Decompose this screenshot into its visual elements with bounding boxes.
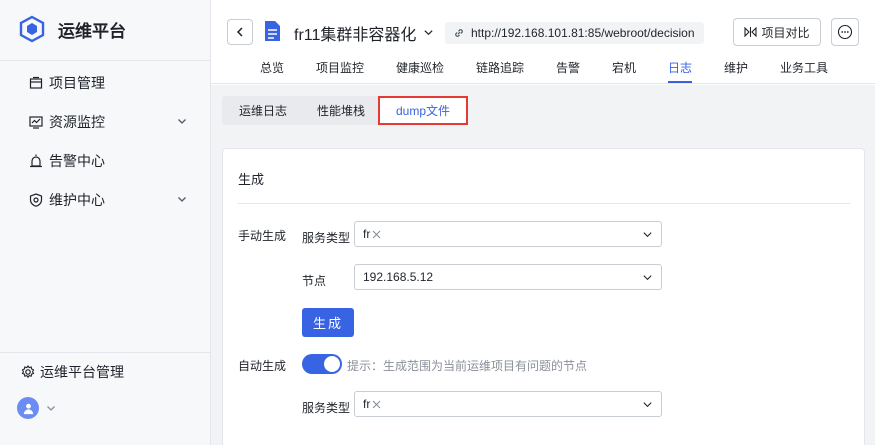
toggle-knob [324, 356, 340, 372]
chevron-down-icon [178, 119, 186, 124]
project-icon [29, 76, 43, 90]
service-type-select[interactable]: fr [354, 221, 662, 247]
project-url-text: http://192.168.101.81:85/webroot/decisio… [471, 26, 695, 40]
project-url[interactable]: http://192.168.101.81:85/webroot/decisio… [445, 22, 704, 44]
user-menu[interactable] [17, 397, 57, 419]
gear-icon [21, 365, 35, 379]
chevron-down-icon [643, 232, 652, 238]
more-dots-icon [837, 24, 853, 40]
sidebar-item-alarm[interactable]: 告警中心 [0, 146, 210, 176]
sidebar-item-maintenance[interactable]: 维护中心 [0, 185, 210, 215]
alarm-icon [29, 154, 43, 168]
chevron-down-icon [47, 406, 55, 411]
sidebar-divider [0, 60, 210, 61]
platform-settings-link[interactable]: 运维平台管理 [21, 362, 124, 382]
service-tag: fr [363, 227, 381, 241]
tab-maintenance[interactable]: 维护 [724, 59, 748, 76]
node-value: 192.168.5.12 [363, 270, 434, 284]
subtab-ops-log[interactable]: 运维日志 [222, 96, 304, 125]
active-tab-indicator [668, 81, 692, 83]
brand-name: 运维平台 [58, 21, 126, 41]
auto-service-tag: fr [363, 397, 381, 411]
header: fr11集群非容器化 http://192.168.101.81:85/webr… [211, 0, 875, 84]
card-title: 生成 [238, 172, 265, 187]
compare-icon [744, 27, 758, 37]
maintenance-icon [29, 193, 43, 207]
sidebar: 运维平台 项目管理 资源监控 告警中心 维护中心 运维平台管理 [0, 0, 211, 445]
chevron-down-icon [178, 197, 186, 202]
close-icon[interactable] [372, 400, 381, 409]
subtab-dump-file[interactable]: dump文件 [378, 96, 468, 125]
tab-log[interactable]: 日志 [668, 59, 692, 76]
brand[interactable]: 运维平台 [18, 14, 126, 44]
more-button[interactable] [831, 18, 859, 46]
sidebar-item-monitor[interactable]: 资源监控 [0, 107, 210, 137]
header-tabs: 总览 项目监控 健康巡检 链路追踪 告警 宕机 日志 维护 业务工具 [211, 56, 875, 84]
project-compare-button[interactable]: 项目对比 [733, 18, 821, 46]
auto-generate-label: 自动生成 [238, 359, 287, 373]
project-compare-label: 项目对比 [761, 25, 810, 40]
back-button[interactable] [227, 19, 253, 45]
auto-service-type-select[interactable]: fr [354, 391, 662, 417]
close-icon[interactable] [372, 230, 381, 239]
platform-settings-label: 运维平台管理 [40, 364, 124, 380]
sidebar-divider [0, 352, 210, 353]
tab-project-monitor[interactable]: 项目监控 [316, 59, 364, 76]
sub-tabs: 运维日志 性能堆栈 dump文件 [222, 96, 468, 125]
tab-trace[interactable]: 链路追踪 [476, 59, 524, 76]
main-content: 运维日志 性能堆栈 dump文件 生成 手动生成 服务类型 fr 节点 192.… [211, 85, 875, 445]
cube-logo-icon [19, 15, 45, 43]
chevron-down-icon [643, 402, 652, 408]
sidebar-item-label: 资源监控 [49, 114, 105, 130]
service-tag-label: fr [363, 227, 371, 241]
sidebar-item-project[interactable]: 项目管理 [0, 68, 210, 98]
tab-health-check[interactable]: 健康巡检 [396, 59, 444, 76]
tab-business-tools[interactable]: 业务工具 [780, 59, 828, 76]
tab-downtime[interactable]: 宕机 [612, 59, 636, 76]
sidebar-item-label: 维护中心 [49, 192, 105, 208]
subtab-perf-stack[interactable]: 性能堆栈 [304, 96, 378, 125]
sidebar-item-label: 项目管理 [49, 75, 105, 91]
generate-card: 生成 手动生成 服务类型 fr 节点 192.168.5.12 生成 自动生成 … [222, 148, 865, 445]
chevron-left-icon [236, 27, 243, 37]
auto-service-type-label: 服务类型 [302, 401, 351, 415]
manual-generate-label: 手动生成 [238, 229, 287, 243]
node-label: 节点 [302, 274, 327, 288]
card-divider [238, 203, 850, 204]
avatar [17, 397, 39, 419]
chevron-down-icon[interactable] [423, 27, 434, 38]
tab-alarm[interactable]: 告警 [556, 59, 580, 76]
chevron-down-icon [643, 275, 652, 281]
monitor-icon [29, 115, 43, 129]
auto-service-tag-label: fr [363, 397, 371, 411]
sidebar-item-label: 告警中心 [49, 153, 105, 169]
service-type-label: 服务类型 [302, 231, 351, 245]
link-icon [455, 29, 463, 37]
generate-button[interactable]: 生成 [302, 308, 354, 337]
tab-overview[interactable]: 总览 [260, 59, 284, 76]
node-select[interactable]: 192.168.5.12 [354, 264, 662, 290]
user-icon [23, 403, 33, 414]
auto-generate-tip: 提示：生成范围为当前运维项目有问题的节点 [347, 359, 588, 373]
document-icon [265, 21, 280, 41]
project-selector[interactable]: fr11集群非容器化 [294, 21, 416, 45]
auto-generate-toggle[interactable] [302, 354, 342, 374]
